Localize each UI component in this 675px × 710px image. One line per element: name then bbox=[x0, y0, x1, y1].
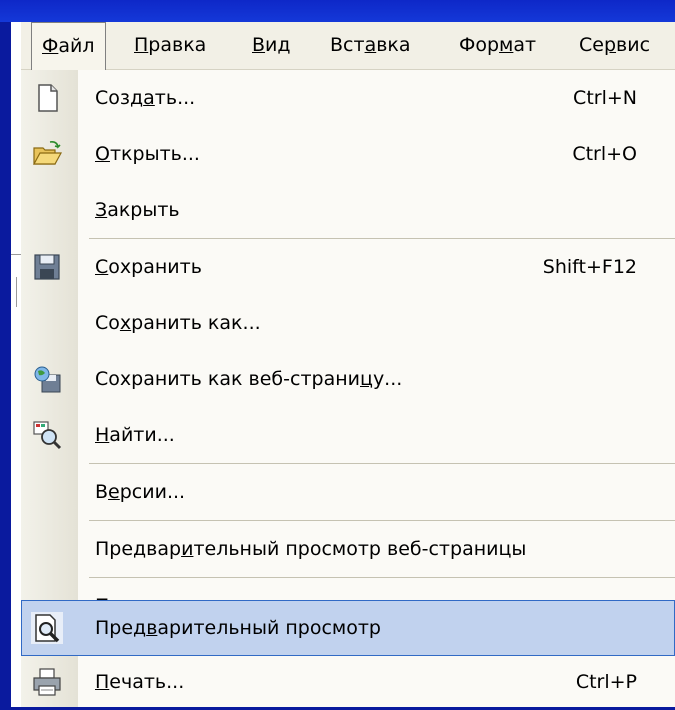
menu-tools[interactable]: Сервис bbox=[579, 22, 650, 69]
menu-accelerator-key: В bbox=[252, 34, 266, 56]
printer-icon bbox=[33, 668, 61, 696]
menu-label-part: Вст bbox=[330, 34, 365, 56]
menu-item-web-page-preview[interactable]: Предварительный просмотр веб-страницы bbox=[21, 521, 675, 577]
menu-item-label: Предварительный просмотр bbox=[95, 617, 381, 639]
menu-item-save-as[interactable]: Сохранить как... bbox=[21, 295, 675, 351]
menu-label-part: ат bbox=[513, 34, 537, 56]
file-menu-dropdown: Создать... Ctrl+N Открыть... Ctrl+O Закр… bbox=[21, 70, 675, 707]
menu-item-new[interactable]: Создать... Ctrl+N bbox=[21, 70, 675, 126]
menu-item-shortcut: Ctrl+O bbox=[572, 143, 637, 165]
menu-item-label: Найти... bbox=[95, 424, 175, 446]
menu-label-part: Фор bbox=[459, 34, 500, 56]
menu-item-label: Закрыть bbox=[95, 199, 180, 221]
background-window-line bbox=[16, 277, 17, 307]
menu-item-label: Сохранить bbox=[95, 256, 202, 278]
background-window-line bbox=[11, 254, 21, 255]
menu-label-part: айл bbox=[58, 35, 95, 57]
new-document-icon bbox=[38, 84, 58, 112]
menu-accelerator-key: Ф bbox=[42, 35, 59, 57]
save-as-web-page-icon bbox=[34, 366, 61, 393]
menu-bar: Файл Правка Вид Вставка Формат Сервис bbox=[21, 22, 675, 70]
menu-edit[interactable]: Правка bbox=[134, 22, 206, 69]
find-icon bbox=[33, 421, 62, 450]
menu-item-print-preview[interactable]: Предварительный просмотр bbox=[21, 600, 675, 656]
menu-insert[interactable]: Вставка bbox=[330, 22, 411, 69]
menu-label-part: вка bbox=[376, 34, 411, 56]
menu-item-label: Версии... bbox=[95, 481, 186, 503]
title-bar-strip bbox=[0, 0, 675, 22]
menu-item-label: Печать... bbox=[95, 671, 185, 693]
background-window-edge bbox=[11, 22, 21, 707]
menu-item-shortcut: Shift+F12 bbox=[542, 256, 637, 278]
menu-label-part: равка bbox=[148, 34, 207, 56]
open-folder-icon bbox=[32, 141, 63, 165]
menu-label-part: Се bbox=[579, 34, 604, 56]
menu-item-label: Создать... bbox=[95, 87, 196, 109]
menu-item-print[interactable]: Печать... Ctrl+P bbox=[21, 654, 675, 710]
save-disk-icon bbox=[34, 254, 60, 280]
menu-item-shortcut: Ctrl+P bbox=[575, 671, 637, 693]
menu-item-shortcut: Ctrl+N bbox=[573, 87, 637, 109]
desktop-background bbox=[0, 22, 11, 707]
menu-item-save-as-web-page[interactable]: Сохранить как веб-страницу... bbox=[21, 351, 675, 407]
menu-file[interactable]: Файл bbox=[31, 22, 106, 70]
menu-item-save[interactable]: Сохранить Shift+F12 bbox=[21, 239, 675, 295]
menu-item-versions[interactable]: Версии... bbox=[21, 464, 675, 520]
menu-label-part: вис bbox=[616, 34, 651, 56]
menu-label-part: ид bbox=[265, 34, 291, 56]
menu-accelerator-key: П bbox=[134, 34, 149, 56]
menu-item-label: Сохранить как... bbox=[95, 312, 261, 334]
menu-item-label: Предварительный просмотр веб-страницы bbox=[95, 538, 527, 560]
menu-view[interactable]: Вид bbox=[252, 22, 291, 69]
menu-accelerator-key: м bbox=[499, 34, 514, 56]
menu-item-find[interactable]: Найти... bbox=[21, 407, 675, 463]
menu-format[interactable]: Формат bbox=[459, 22, 536, 69]
menu-item-open[interactable]: Открыть... Ctrl+O bbox=[21, 126, 675, 182]
menu-item-label: Сохранить как веб-страницу... bbox=[95, 368, 403, 390]
menu-accelerator-key: а bbox=[364, 34, 377, 56]
menu-item-close[interactable]: Закрыть bbox=[21, 182, 675, 238]
menu-item-label: Открыть... bbox=[95, 143, 200, 165]
menu-accelerator-key: р bbox=[603, 34, 617, 56]
print-preview-icon bbox=[31, 612, 63, 644]
